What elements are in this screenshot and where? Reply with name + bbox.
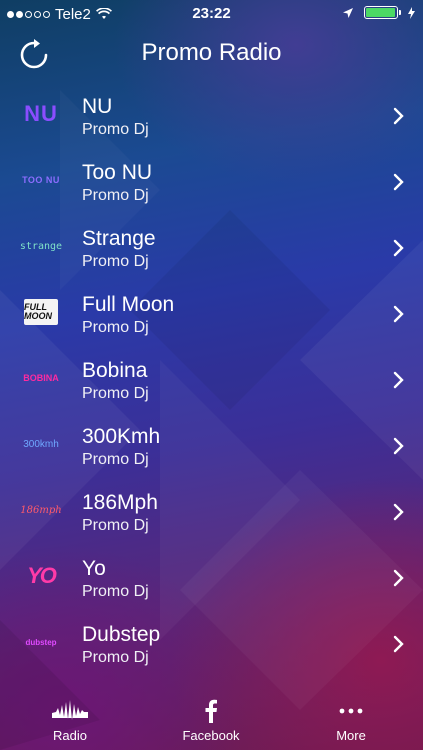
tab-label: Radio [53,728,87,743]
station-logo-186mph: 186mph [20,504,62,516]
station-subtitle: Promo Dj [82,253,149,270]
tab-label: More [336,728,366,743]
tab-bar: Radio Facebook More [0,694,423,750]
station-logo-bobina: BOBINA [23,373,59,383]
chevron-right-icon [393,107,404,125]
station-subtitle: Promo Dj [82,385,149,402]
status-bar: Tele2 23:22 [0,0,423,28]
station-logo-full-moon: FULL MOON [14,294,68,330]
station-row-yo[interactable]: YO Yo Promo Dj [0,542,423,608]
station-name: Bobina [82,359,148,382]
station-logo-strange: strange [19,240,63,252]
station-logo-300kmh: 300kmh [23,438,59,450]
chevron-right-icon [393,173,404,191]
station-row-dubstep[interactable]: dubstep Dubstep Promo Dj [0,608,423,674]
battery-fill [366,8,395,17]
station-name: 300Kmh [82,425,161,448]
chevron-right-icon [393,503,404,521]
station-name: 186Mph [82,491,158,514]
tab-more[interactable]: More [291,694,411,750]
station-logo-too-nu: TOO NU [22,175,60,185]
tab-facebook[interactable]: Facebook [151,694,271,750]
chevron-right-icon [393,371,404,389]
waveform-icon [52,700,88,720]
station-list: NU NU Promo Dj TOO NU Too NU Promo Dj st… [0,80,423,674]
station-logo-nu: NU [24,101,58,126]
station-row-too-nu[interactable]: TOO NU Too NU Promo Dj [0,146,423,212]
station-subtitle: Promo Dj [82,517,149,534]
more-dots-icon [339,708,363,714]
station-name: Dubstep [82,623,161,646]
station-subtitle: Promo Dj [82,583,149,600]
facebook-icon [205,699,217,723]
station-name: Yo [82,557,106,580]
station-name: NU [82,95,113,118]
station-name: Too NU [82,161,153,184]
station-subtitle: Promo Dj [82,319,149,336]
battery-icon [364,6,401,19]
station-logo-yo: YO [27,563,57,588]
station-row-strange[interactable]: strange Strange Promo Dj [0,212,423,278]
station-name: Strange [82,227,156,250]
station-subtitle: Promo Dj [82,451,149,468]
tab-radio[interactable]: Radio [10,694,130,750]
chevron-right-icon [393,305,404,323]
station-subtitle: Promo Dj [82,649,149,666]
station-subtitle: Promo Dj [82,121,149,138]
station-row-bobina[interactable]: BOBINA Bobina Promo Dj [0,344,423,410]
page-title: Promo Radio [141,39,282,66]
station-name: Full Moon [82,293,175,316]
navigation-bar: Promo Radio [0,28,423,80]
tab-label: Facebook [182,728,240,743]
station-logo-dubstep: dubstep [25,637,57,647]
chevron-right-icon [393,569,404,587]
station-row-300kmh[interactable]: 300kmh 300Kmh Promo Dj [0,410,423,476]
station-subtitle: Promo Dj [82,187,149,204]
station-row-nu[interactable]: NU NU Promo Dj [0,80,423,146]
location-arrow-icon [343,7,353,18]
charging-bolt-icon [408,6,415,19]
station-row-186mph[interactable]: 186mph 186Mph Promo Dj [0,476,423,542]
chevron-right-icon [393,239,404,257]
station-row-full-moon[interactable]: FULL MOON Full Moon Promo Dj [0,278,423,344]
chevron-right-icon [393,635,404,653]
chevron-right-icon [393,437,404,455]
